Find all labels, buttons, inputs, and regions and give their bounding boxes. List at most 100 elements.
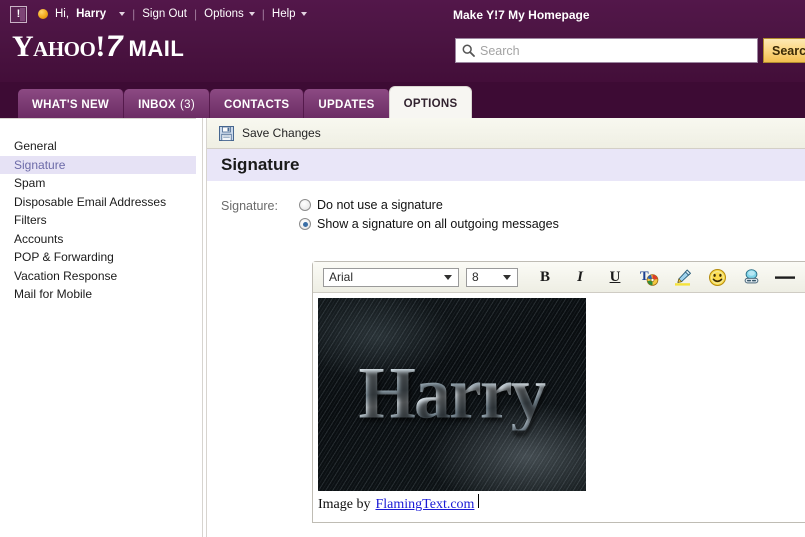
options-menu-link[interactable]: Options xyxy=(204,8,244,20)
sidebar-item-label: General xyxy=(14,139,57,153)
radio-button[interactable] xyxy=(299,199,311,211)
logo-mail-text: MAIL xyxy=(129,38,185,60)
tab-whats-new[interactable]: WHAT'S NEW xyxy=(18,89,124,120)
search-icon xyxy=(462,44,475,57)
signature-editor: Arial 8 B I U T xyxy=(312,261,805,523)
sidebar-item-label: Vacation Response xyxy=(14,269,117,283)
page-title: Signature xyxy=(207,155,299,175)
tab-label: INBOX xyxy=(138,99,176,111)
yahoo-messenger-icon[interactable]: ! xyxy=(10,6,27,23)
tab-contacts[interactable]: CONTACTS xyxy=(210,89,304,120)
search-input[interactable] xyxy=(480,44,730,58)
sign-out-link[interactable]: Sign Out xyxy=(142,8,187,20)
signature-radio-group: Do not use a signature Show a signature … xyxy=(299,198,559,231)
sidebar-item-label: Signature xyxy=(14,158,65,172)
highlighter-icon[interactable] xyxy=(672,266,694,288)
tab-options[interactable]: OPTIONS xyxy=(390,87,472,120)
sidebar-item-label: Accounts xyxy=(14,232,63,246)
sidebar-item-spam[interactable]: Spam xyxy=(0,174,196,193)
sidebar-nav-list: General Signature Spam Disposable Email … xyxy=(0,119,196,304)
bold-button[interactable]: B xyxy=(534,266,556,288)
insert-link-icon[interactable] xyxy=(740,266,762,288)
text-cursor xyxy=(478,494,479,508)
user-name: Harry xyxy=(76,8,106,20)
make-homepage-link[interactable]: Make Y!7 My Homepage xyxy=(453,8,590,22)
sidebar-item-mail-for-mobile[interactable]: Mail for Mobile xyxy=(0,285,196,304)
sidebar-item-vacation-response[interactable]: Vacation Response xyxy=(0,267,196,286)
italic-button[interactable]: I xyxy=(569,266,591,288)
radio-button-selected[interactable] xyxy=(299,218,311,230)
separator: | xyxy=(194,7,197,21)
tab-updates[interactable]: UPDATES xyxy=(304,89,389,120)
chevron-down-icon xyxy=(503,275,511,280)
messenger-glyph: ! xyxy=(17,9,21,20)
help-menu-link[interactable]: Help xyxy=(272,8,296,20)
sidebar-item-label: Spam xyxy=(14,176,45,190)
signature-form: Signature: Do not use a signature Show a… xyxy=(207,182,805,231)
signature-option-row: Signature: Do not use a signature Show a… xyxy=(207,198,805,231)
options-chevron-down-icon[interactable] xyxy=(249,12,255,16)
chevron-down-icon xyxy=(444,275,452,280)
logo-yahoo-text: Yahoo! xyxy=(12,32,105,62)
tab-label: UPDATES xyxy=(318,99,374,111)
horizontal-rule-icon[interactable] xyxy=(774,266,796,288)
radio-option-no-signature[interactable]: Do not use a signature xyxy=(299,198,559,212)
tab-list: WHAT'S NEW INBOX (3) CONTACTS UPDATES OP… xyxy=(18,87,471,120)
tab-unread-count: (3) xyxy=(180,99,195,111)
radio-label[interactable]: Show a signature on all outgoing message… xyxy=(317,217,559,231)
sidebar-item-pop-and-forwarding[interactable]: POP & Forwarding xyxy=(0,248,196,267)
sidebar-item-general[interactable]: General xyxy=(0,137,196,156)
editor-content-area[interactable]: Harry Image by FlamingText.com xyxy=(313,293,805,522)
caption-prefix-text: Image by xyxy=(318,497,370,513)
yahoo-mail-logo[interactable]: Yahoo! 7 MAIL xyxy=(12,32,184,62)
separator: | xyxy=(132,7,135,21)
underline-button[interactable]: U xyxy=(604,266,626,288)
yahoo-mail-options-page: ! Hi, Harry | Sign Out | Options | Help … xyxy=(0,0,805,537)
tab-label: OPTIONS xyxy=(404,98,458,110)
tab-label: CONTACTS xyxy=(224,99,289,111)
sidebar-divider xyxy=(202,118,203,537)
sidebar-item-filters[interactable]: Filters xyxy=(0,211,196,230)
presence-dot-icon[interactable] xyxy=(38,9,48,19)
page-body: General Signature Spam Disposable Email … xyxy=(0,118,805,537)
image-caption: Image by FlamingText.com xyxy=(318,494,479,513)
font-size-select[interactable]: 8 xyxy=(466,268,518,287)
options-main-content: Save Changes Signature Signature: Do not… xyxy=(207,118,805,537)
flamingtext-link[interactable]: FlamingText.com xyxy=(375,497,474,513)
signature-field-label: Signature: xyxy=(221,198,299,213)
logo-seven-text: 7 xyxy=(106,32,123,62)
text-color-icon[interactable]: T xyxy=(638,266,660,288)
separator: | xyxy=(262,7,265,21)
tab-label: WHAT'S NEW xyxy=(32,99,109,111)
greeting-text: Hi, xyxy=(55,8,69,20)
sidebar-item-label: Disposable Email Addresses xyxy=(14,195,166,209)
utility-nav: ! Hi, Harry | Sign Out | Options | Help xyxy=(0,0,805,28)
signature-image-text: Harry xyxy=(358,356,545,430)
save-changes-button[interactable]: Save Changes xyxy=(242,126,321,140)
font-family-value: Arial xyxy=(324,270,444,284)
user-menu-chevron-down-icon[interactable] xyxy=(119,12,125,16)
harry-metallic-signature-image[interactable]: Harry xyxy=(318,298,586,491)
tab-inbox[interactable]: INBOX (3) xyxy=(124,89,210,120)
sidebar-item-label: Filters xyxy=(14,213,47,227)
font-family-select[interactable]: Arial xyxy=(323,268,459,287)
page-header: ! Hi, Harry | Sign Out | Options | Help … xyxy=(0,0,805,82)
options-sidebar: General Signature Spam Disposable Email … xyxy=(0,118,196,537)
search-area: Search xyxy=(455,38,805,63)
main-tab-strip: WHAT'S NEW INBOX (3) CONTACTS UPDATES OP… xyxy=(0,82,805,118)
floppy-disk-icon xyxy=(219,126,234,141)
sidebar-item-label: POP & Forwarding xyxy=(14,250,114,264)
font-size-value: 8 xyxy=(467,270,503,284)
search-button[interactable]: Search xyxy=(763,38,805,63)
save-toolbar: Save Changes xyxy=(207,118,805,149)
sidebar-item-signature[interactable]: Signature xyxy=(0,156,196,175)
emoticon-icon[interactable] xyxy=(706,266,728,288)
radio-option-show-signature[interactable]: Show a signature on all outgoing message… xyxy=(299,217,559,231)
search-box[interactable] xyxy=(455,38,758,63)
sidebar-item-disposable-email-addresses[interactable]: Disposable Email Addresses xyxy=(0,193,196,212)
sidebar-item-label: Mail for Mobile xyxy=(14,287,92,301)
sidebar-item-accounts[interactable]: Accounts xyxy=(0,230,196,249)
radio-label[interactable]: Do not use a signature xyxy=(317,198,443,212)
help-chevron-down-icon[interactable] xyxy=(301,12,307,16)
editor-toolbar: Arial 8 B I U T xyxy=(313,262,805,293)
